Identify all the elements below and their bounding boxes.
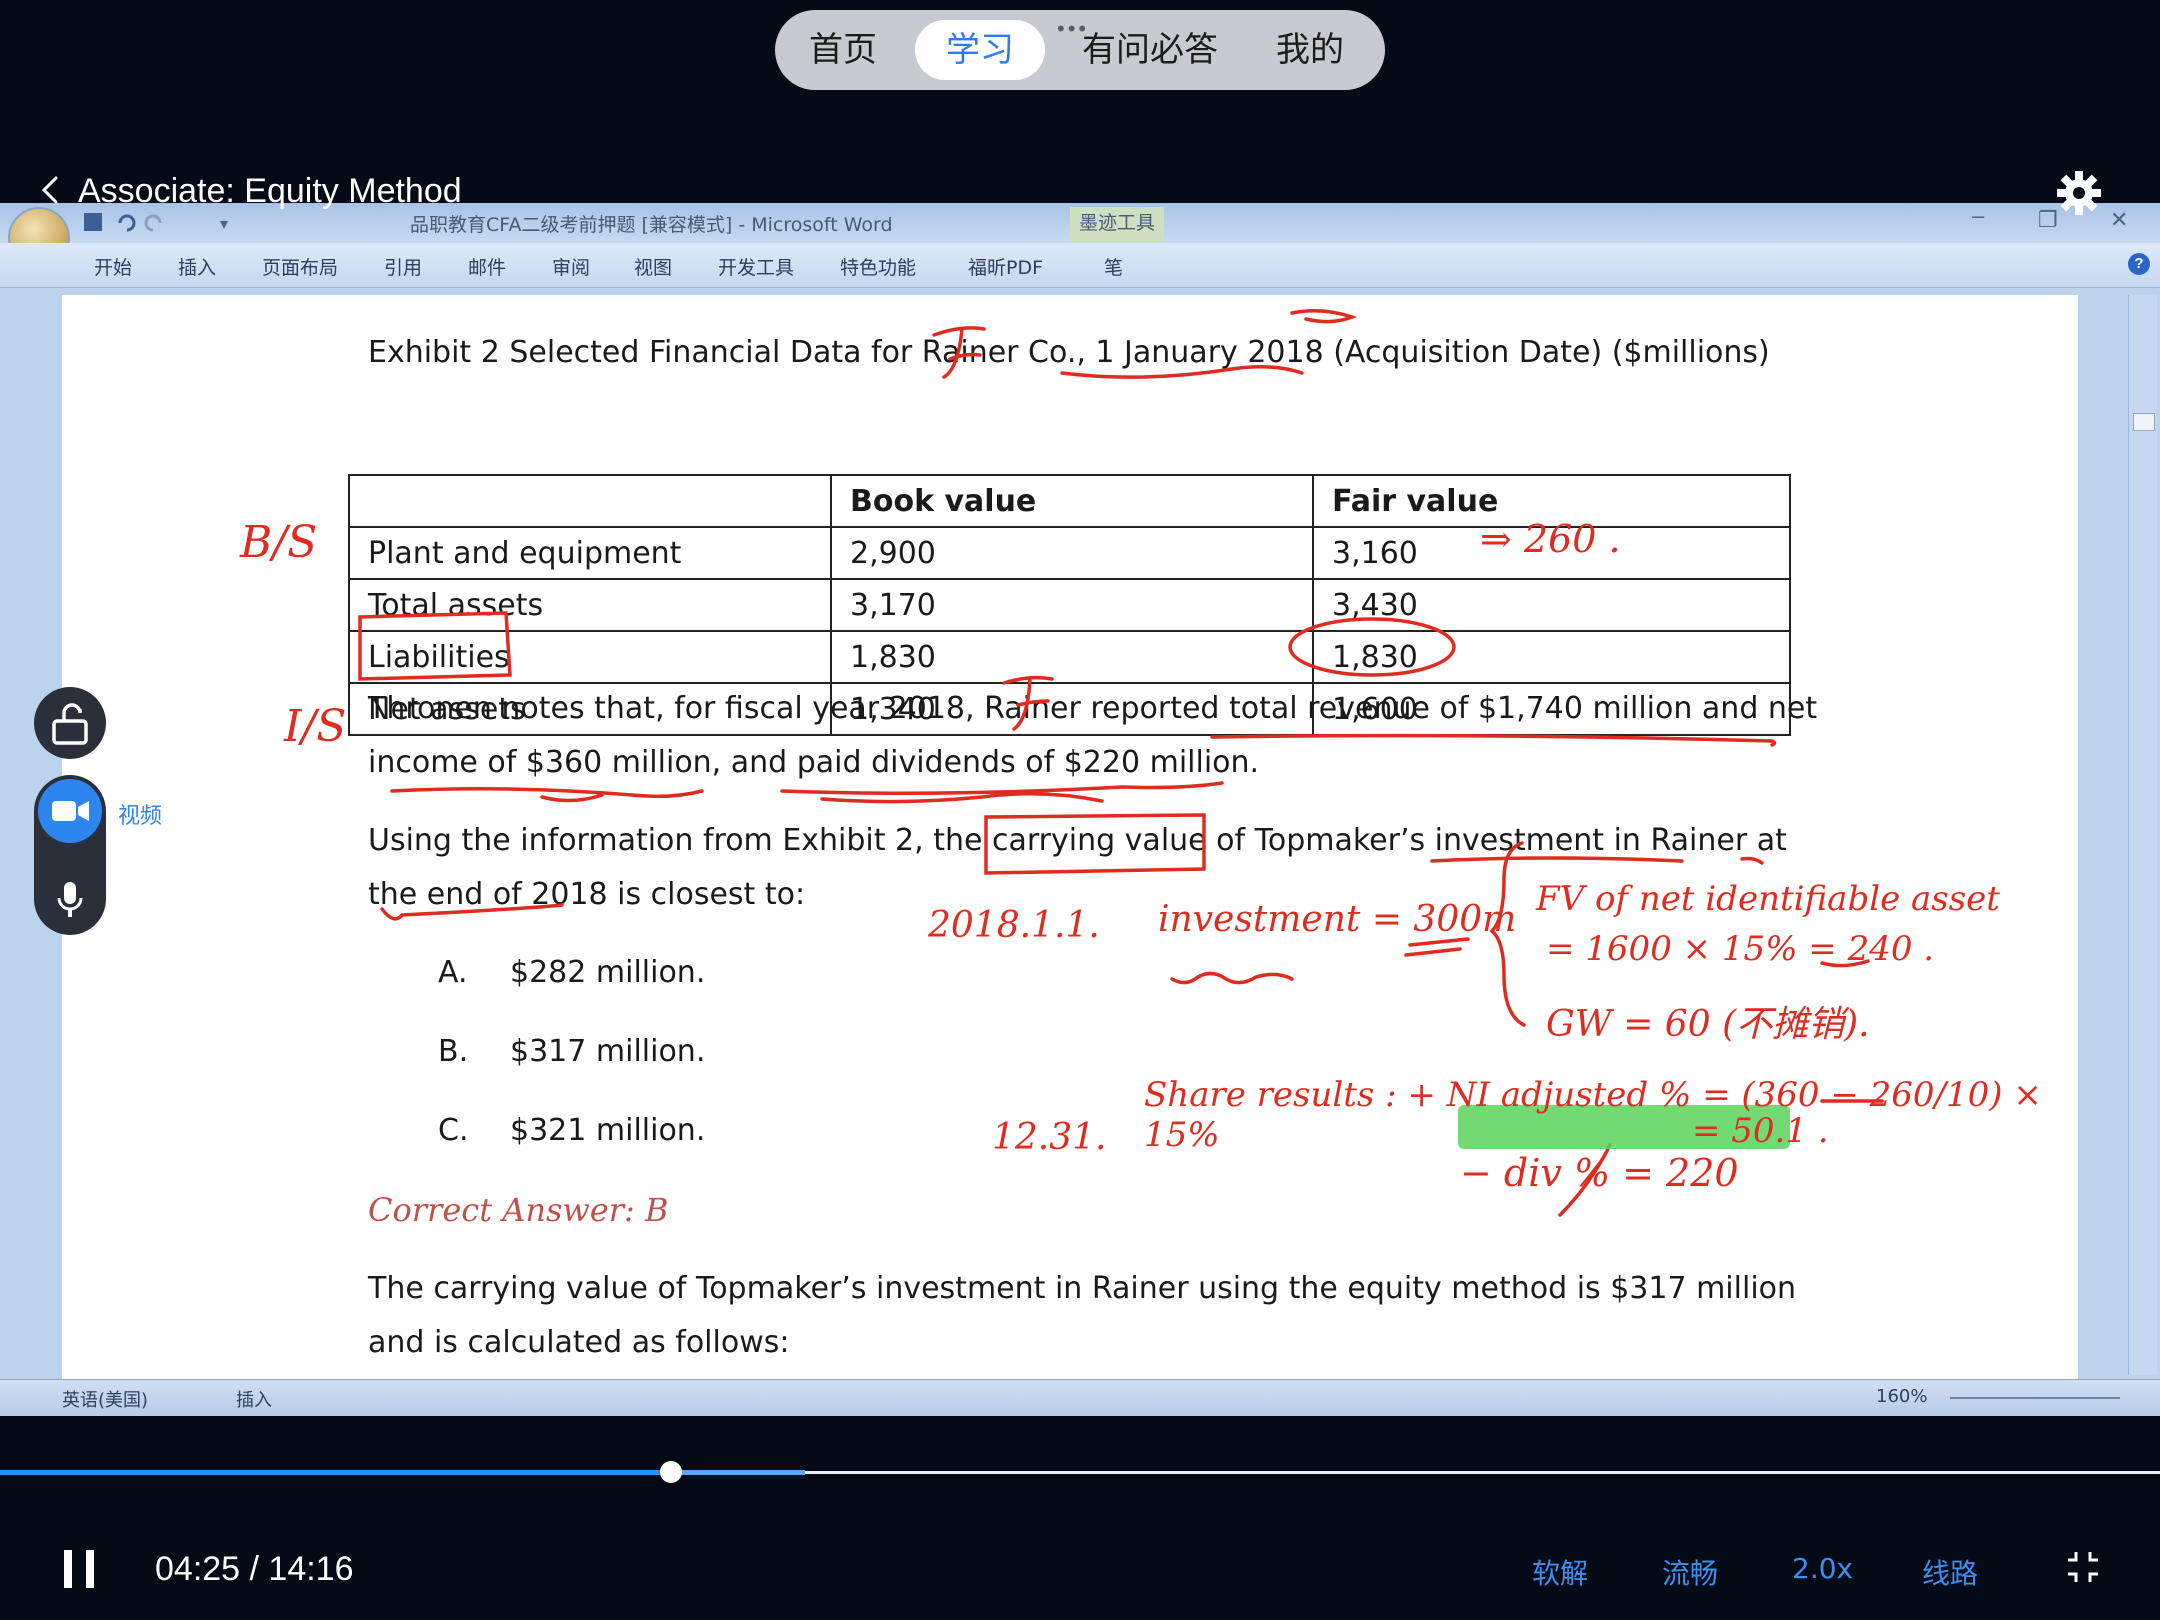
speed-button[interactable]: 2.0x (1792, 1552, 1853, 1585)
video-camera-icon (52, 801, 89, 821)
tab-mine[interactable]: 我的 (1255, 20, 1365, 80)
minimize-icon: – (1972, 203, 1985, 228)
video-frame[interactable]: ▾ 品职教育CFA二级考前押题 [兼容模式] - Microsoft Word … (0, 203, 2160, 1416)
tab-qa[interactable]: 有问必答 (1055, 20, 1245, 80)
unlock-icon (52, 703, 88, 745)
ribbon-tab: 审阅 (552, 257, 591, 279)
ribbon-tab: 福昕PDF (968, 257, 1044, 279)
tab-home[interactable]: 首页 (783, 20, 903, 80)
back-arrow-icon[interactable] (38, 176, 66, 204)
video-mode-button[interactable] (38, 779, 102, 843)
progress-fill (0, 1470, 670, 1475)
ribbon-tab: 视图 (634, 257, 673, 279)
ribbon-tab: 页面布局 (262, 257, 339, 279)
status-language: 英语(美国) (62, 1390, 149, 1411)
svg-text:▾: ▾ (220, 216, 228, 233)
ink-annotations (358, 309, 1884, 1217)
annotation-goodwill: GW = 60 (不摊销). (1546, 1004, 1870, 1045)
tab-study[interactable]: 学习 (915, 20, 1045, 80)
annotation-plant-diff: ⇒ 260 . (1480, 517, 1621, 561)
playback-time: 04:25 / 14:16 (155, 1550, 354, 1588)
annotation-date1: 2018.1.1. (928, 905, 1100, 946)
annotation-div: − div % = 220 (1460, 1151, 1739, 1195)
close-icon: ✕ (2110, 207, 2129, 232)
microphone-icon[interactable] (56, 880, 84, 920)
document-page: Exhibit 2 Selected Financial Data for Ra… (62, 295, 2078, 1416)
window-controls: – ❐ ✕ (1960, 203, 2140, 235)
annotation-is: I/S (284, 701, 347, 752)
annotation-bs: B/S (240, 517, 318, 568)
exit-fullscreen-icon[interactable] (2066, 1550, 2100, 1584)
lock-button[interactable] (34, 687, 106, 759)
course-title: Associate: Equity Method (78, 172, 462, 210)
pause-icon[interactable] (64, 1550, 94, 1588)
quick-access-toolbar: ▾ (84, 213, 228, 233)
video-mode-label: 视频 (118, 804, 163, 829)
annotation-date2: 12.31. (992, 1117, 1107, 1158)
word-window-title: 品职教育CFA二级考前押题 [兼容模式] - Microsoft Word (410, 214, 893, 236)
help-icon: ? (2128, 253, 2150, 275)
ink-tools-tab: 墨迹工具 (1070, 207, 1164, 243)
gear-icon[interactable] (2056, 170, 2102, 216)
zoom-slider (1950, 1397, 2120, 1399)
annotation-share-value: = 50.1 . (1692, 1111, 1829, 1151)
word-vertical-scrollbar (2128, 295, 2157, 1375)
ribbon-tab: 特色功能 (840, 257, 917, 279)
status-zoom: 160% (1876, 1386, 1928, 1407)
ribbon-tab: 邮件 (468, 257, 507, 279)
ribbon-tab: 开始 (94, 257, 133, 279)
decode-button[interactable]: 软解 (1532, 1552, 1588, 1592)
annotation-share-results: Share results : + NI adjusted % = (360 −… (1144, 1075, 2042, 1155)
annotation-investment: investment = 300m (1158, 899, 1517, 940)
ribbon-tab: 笔 (1104, 257, 1124, 279)
annotation-fv-calc: = 1600 × 15% = 240 . (1546, 929, 1935, 969)
word-status-bar: 英语(美国) 插入 160% (0, 1379, 2160, 1416)
progress-knob[interactable] (660, 1461, 682, 1483)
top-nav: ••• 首页 学习 有问必答 我的 (775, 10, 1385, 90)
restore-icon: ❐ (2038, 207, 2058, 232)
word-ribbon: 开始 插入 页面布局 引用 邮件 审阅 视图 开发工具 特色功能 福昕PDF 笔 (0, 243, 2160, 288)
quality-button[interactable]: 流畅 (1662, 1552, 1718, 1592)
status-mode: 插入 (236, 1390, 272, 1411)
ribbon-tab: 开发工具 (718, 257, 795, 279)
route-button[interactable]: 线路 (1922, 1552, 1978, 1592)
ribbon-tab: 插入 (178, 257, 217, 279)
annotation-fv: FV of net identifiable asset (1536, 879, 2000, 919)
ribbon-tab: 引用 (384, 257, 423, 279)
